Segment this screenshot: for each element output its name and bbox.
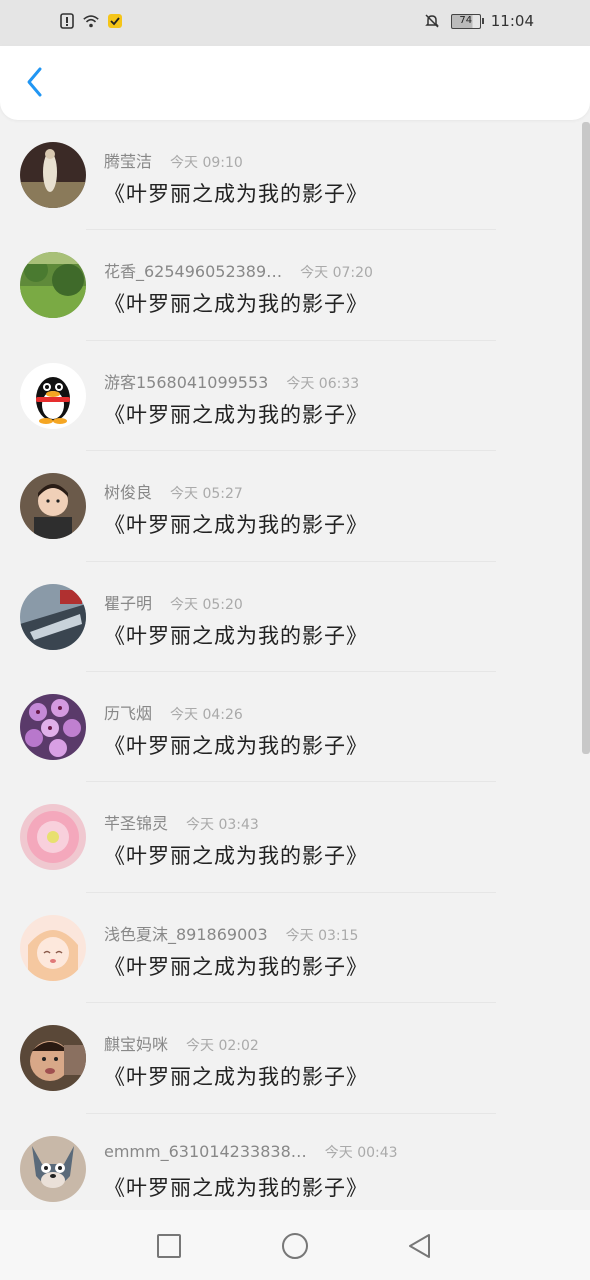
avatar[interactable] (20, 1025, 86, 1092)
user-name[interactable]: 历飞烟 (104, 700, 152, 724)
item-text[interactable]: 《叶罗丽之成为我的影子》 (104, 840, 368, 870)
status-time: 11:04 (490, 12, 534, 30)
user-name[interactable]: 游客1568041099553 (104, 369, 268, 393)
item-text[interactable]: 《叶罗丽之成为我的影子》 (104, 509, 368, 539)
avatar[interactable] (20, 583, 86, 650)
recent-apps-icon (155, 1234, 183, 1264)
list-item[interactable]: 腾莹洁 今天 09:10 《叶罗丽之成为我的影子》 (0, 120, 590, 231)
system-nav-bar (0, 1210, 590, 1280)
list-item[interactable]: 芊圣锦灵 今天 03:43 《叶罗丽之成为我的影子》 (0, 782, 590, 893)
avatar[interactable] (20, 1135, 86, 1202)
item-meta: 游客1568041099553 今天 06:33 (104, 369, 359, 393)
item-meta: 麒宝妈咪 今天 02:02 (104, 1031, 259, 1055)
nav-back-button[interactable] (406, 1232, 434, 1260)
item-meta: 历飞烟 今天 04:26 (104, 700, 243, 724)
timestamp: 今天 00:43 (324, 1144, 398, 1161)
item-text[interactable]: 《叶罗丽之成为我的影子》 (104, 1061, 368, 1091)
back-icon (406, 1234, 434, 1264)
avatar[interactable] (20, 252, 86, 319)
home-button[interactable] (281, 1232, 309, 1260)
home-icon (281, 1233, 309, 1264)
chevron-left-icon (24, 66, 44, 102)
timestamp: 今天 06:33 (286, 375, 360, 392)
comment-list[interactable]: 腾莹洁 今天 09:10 《叶罗丽之成为我的影子》 花香_62549605238… (0, 120, 590, 1210)
status-right: 74 11:04 (423, 12, 534, 30)
avatar[interactable] (20, 804, 86, 871)
item-meta: 腾莹洁 今天 09:10 (104, 148, 243, 172)
list-item[interactable]: 游客1568041099553 今天 06:33 《叶罗丽之成为我的影子》 (0, 341, 590, 452)
item-meta: 瞿子明 今天 05:20 (104, 590, 243, 614)
avatar[interactable] (20, 142, 86, 208)
item-meta: 浅色夏沫_891869003 今天 03:15 (104, 921, 358, 945)
timestamp: 今天 05:27 (170, 486, 243, 503)
app-header (0, 46, 590, 120)
list-item[interactable]: 瞿子明 今天 05:20 《叶罗丽之成为我的影子》 (0, 562, 590, 672)
list-item[interactable]: 花香_625496052389… 今天 07:20 《叶罗丽之成为我的影子》 (0, 230, 590, 341)
user-name[interactable]: 腾莹洁 (104, 148, 152, 172)
notification-badge-icon (106, 12, 124, 30)
scrollbar[interactable] (582, 122, 590, 754)
item-text[interactable]: 《叶罗丽之成为我的影子》 (104, 178, 368, 208)
timestamp: 今天 03:15 (285, 927, 359, 944)
list-item[interactable]: 浅色夏沫_891869003 今天 03:15 《叶罗丽之成为我的影子》 (0, 893, 590, 1004)
item-text[interactable]: 《叶罗丽之成为我的影子》 (104, 399, 368, 429)
item-meta: emmm_631014233838… 今天 00:43 (104, 1142, 398, 1162)
item-text[interactable]: 《叶罗丽之成为我的影子》 (104, 620, 368, 650)
timestamp: 今天 02:02 (186, 1038, 259, 1055)
recent-apps-button[interactable] (155, 1232, 183, 1260)
user-name[interactable]: 麒宝妈咪 (104, 1031, 168, 1055)
timestamp: 今天 05:20 (170, 596, 243, 613)
timestamp: 今天 09:10 (170, 155, 243, 171)
avatar[interactable] (20, 914, 86, 981)
back-button[interactable] (18, 66, 50, 102)
user-name[interactable]: 树俊良 (104, 479, 152, 503)
item-meta: 树俊良 今天 05:27 (104, 479, 243, 503)
status-bar: 74 11:04 (0, 0, 590, 46)
alert-icon (58, 12, 76, 30)
user-name[interactable]: emmm_631014233838… (104, 1142, 307, 1161)
mute-icon (423, 12, 441, 30)
list-item[interactable]: 麒宝妈咪 今天 02:02 《叶罗丽之成为我的影子》 (0, 1003, 590, 1114)
battery-icon: 74 (450, 13, 484, 29)
item-text[interactable]: 《叶罗丽之成为我的影子》 (104, 951, 368, 981)
list-item[interactable]: 历飞烟 今天 04:26 《叶罗丽之成为我的影子》 (0, 672, 590, 783)
item-meta: 花香_625496052389… 今天 07:20 (104, 258, 373, 282)
avatar[interactable] (20, 473, 86, 540)
timestamp: 今天 04:26 (170, 706, 243, 723)
list-item[interactable]: 树俊良 今天 05:27 《叶罗丽之成为我的影子》 (0, 451, 590, 562)
avatar[interactable] (20, 693, 86, 760)
item-text[interactable]: 《叶罗丽之成为我的影子》 (104, 730, 368, 760)
user-name[interactable]: 瞿子明 (104, 590, 152, 614)
user-name[interactable]: 浅色夏沫_891869003 (104, 921, 268, 945)
timestamp: 今天 03:43 (186, 817, 259, 834)
wifi-icon (82, 12, 100, 30)
timestamp: 今天 07:20 (300, 265, 373, 282)
user-name[interactable]: 芊圣锦灵 (104, 810, 168, 834)
avatar[interactable] (20, 362, 86, 429)
list-item[interactable]: emmm_631014233838… 今天 00:43 《叶罗丽之成为我的影子》 (0, 1114, 590, 1210)
user-name[interactable]: 花香_625496052389… (104, 258, 282, 282)
status-left (58, 12, 124, 30)
item-text[interactable]: 《叶罗丽之成为我的影子》 (104, 1172, 368, 1202)
item-meta: 芊圣锦灵 今天 03:43 (104, 810, 259, 834)
item-text[interactable]: 《叶罗丽之成为我的影子》 (104, 288, 368, 318)
